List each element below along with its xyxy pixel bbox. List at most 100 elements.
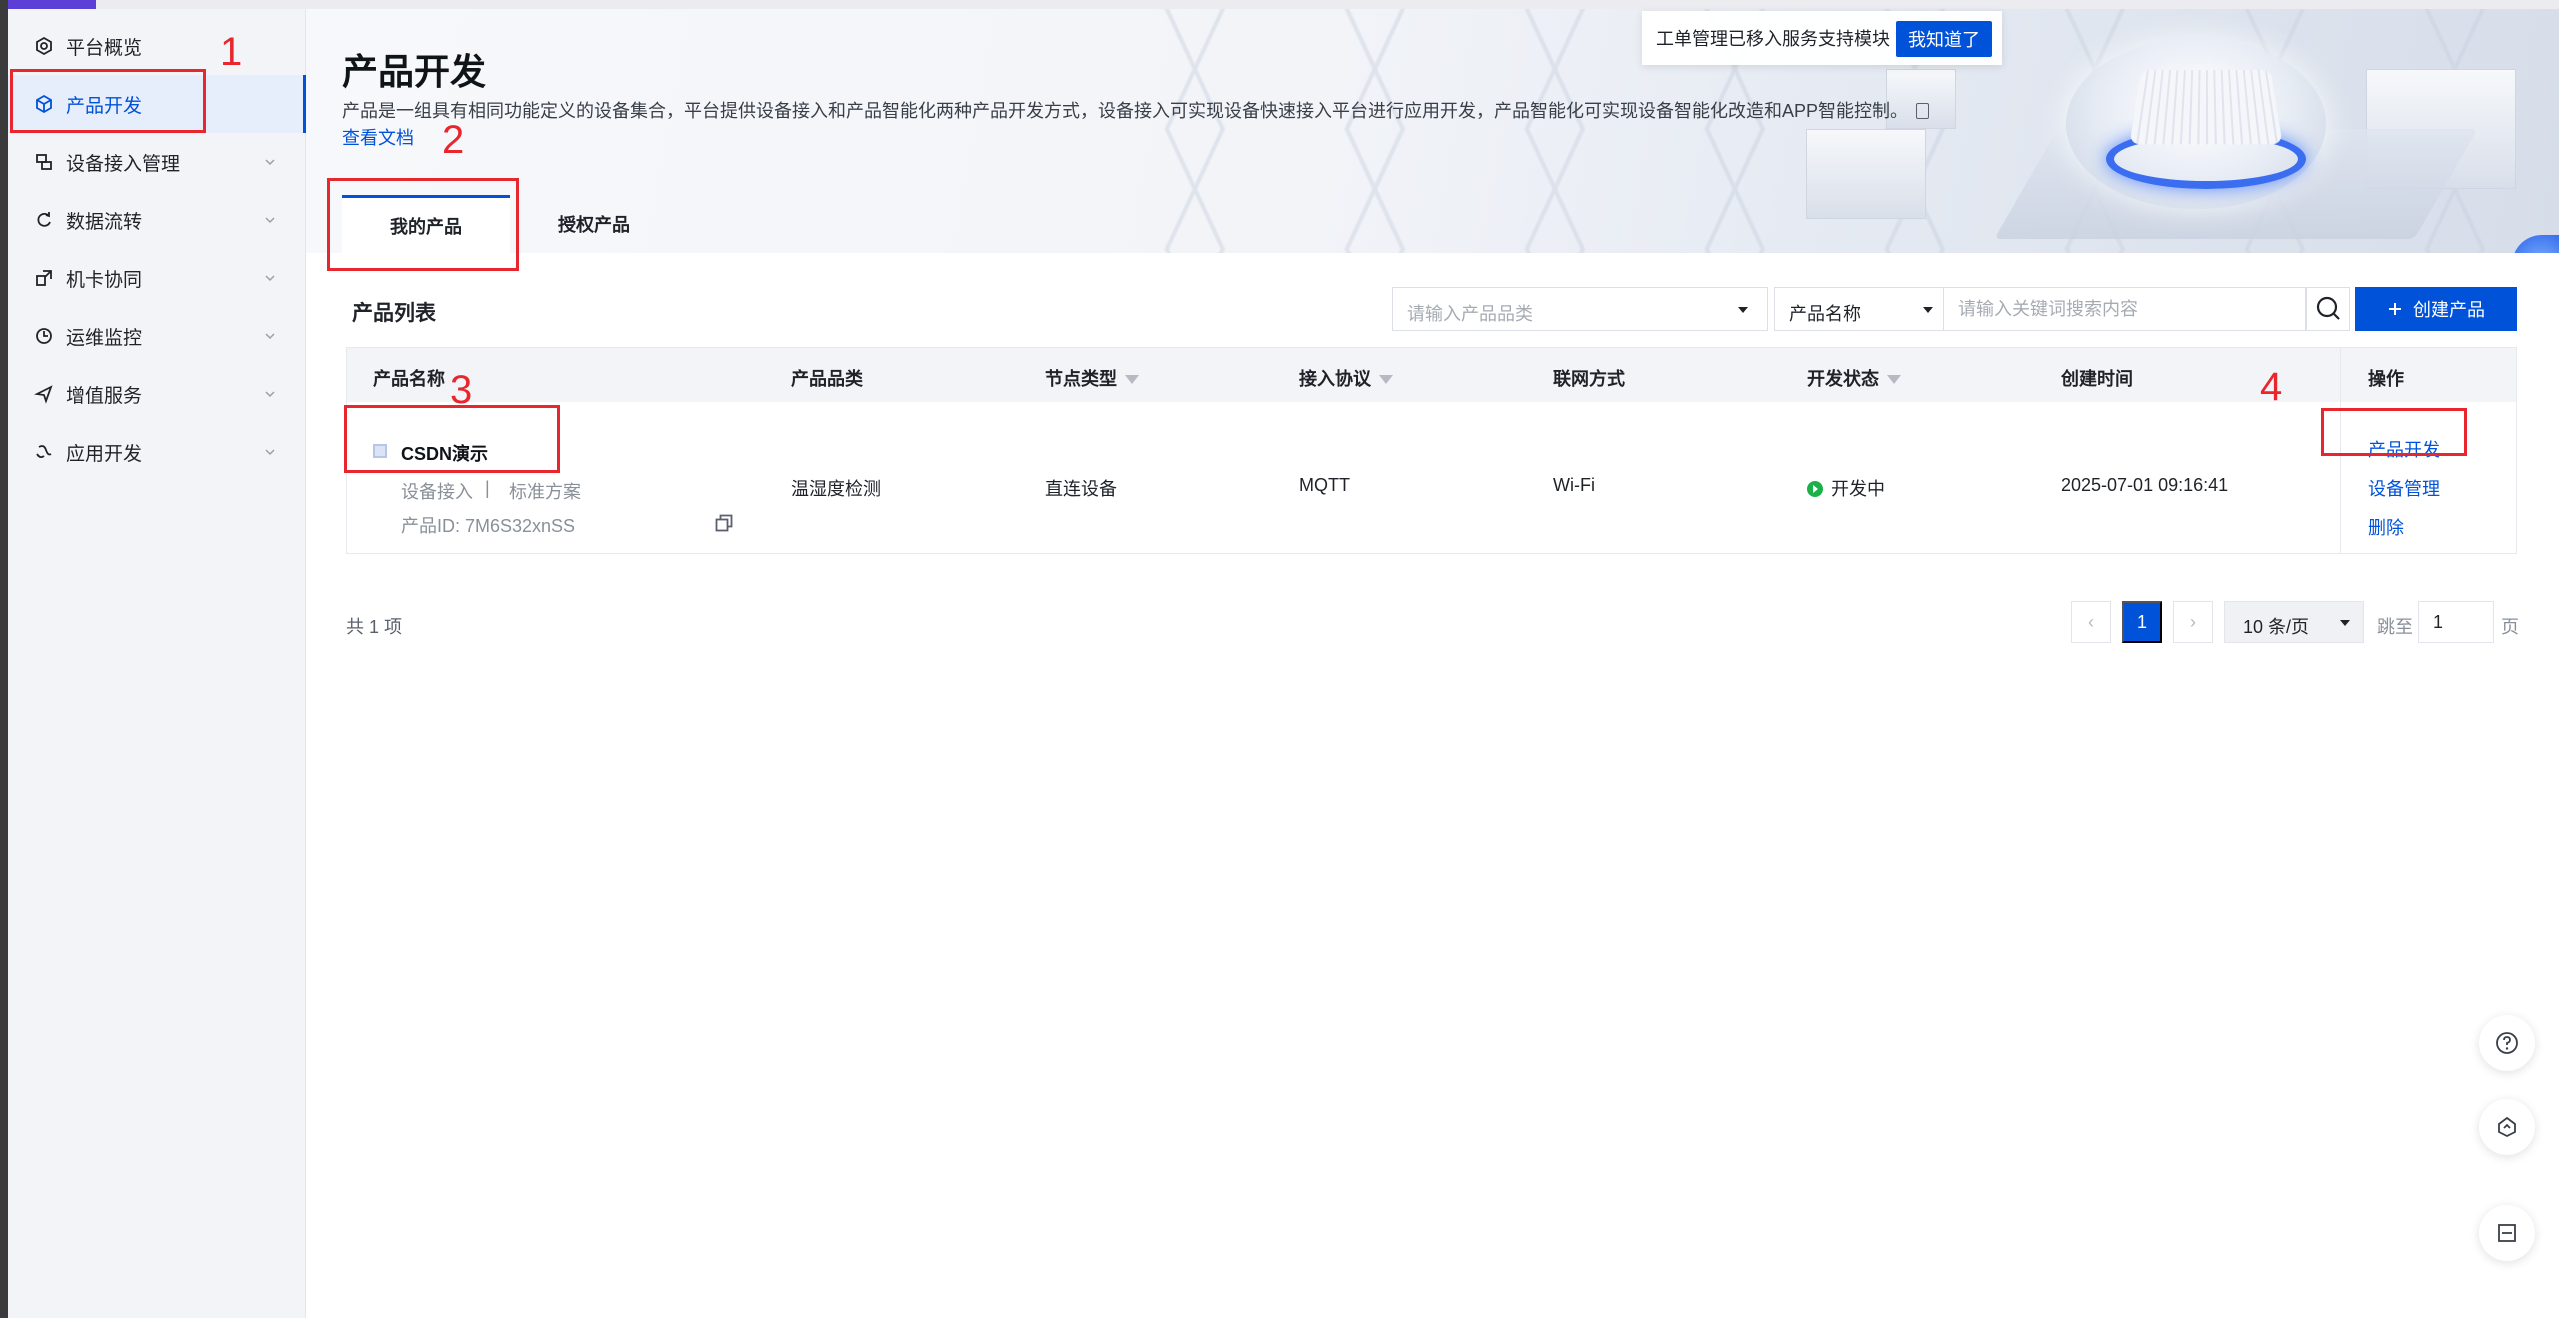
page-size-select[interactable]: 10 条/页: [2224, 601, 2364, 643]
filter-icon[interactable]: [1379, 375, 1393, 384]
app-dev-icon: [32, 440, 56, 464]
sidebar-item-value-service[interactable]: 增值服务: [8, 365, 306, 423]
device-management-link[interactable]: 设备管理: [2368, 475, 2440, 501]
page-size-value: 10 条/页: [2243, 613, 2309, 639]
column-header-node-type: 节点类型: [1045, 365, 1139, 391]
sidebar-item-label: 机卡协同: [66, 265, 142, 292]
filter-icon[interactable]: [1887, 375, 1901, 384]
product-meta-separator: |: [485, 478, 490, 499]
got-it-button[interactable]: 我知道了: [1896, 21, 1992, 57]
table-header: 产品名称 产品品类 节点类型 接入协议 联网方式 开发状态 创建时间 操作: [347, 348, 2516, 402]
product-network: Wi-Fi: [1553, 475, 1595, 496]
annotation-number-3: 3: [450, 368, 472, 413]
product-solution: 标准方案: [509, 478, 581, 504]
view-docs-link[interactable]: 查看文档: [342, 124, 414, 150]
notice-banner: 工单管理已移入服务支持模块 我知道了: [1642, 11, 2002, 65]
column-header-name: 产品名称: [373, 365, 445, 391]
service-button[interactable]: [2479, 1099, 2535, 1155]
sidebar-item-card-sync[interactable]: 机卡协同: [8, 249, 306, 307]
chevron-down-icon: [264, 272, 276, 284]
column-header-status: 开发状态: [1807, 365, 1901, 391]
annotation-box-1: [10, 69, 206, 133]
sidebar-item-label: 应用开发: [66, 439, 142, 466]
copy-icon[interactable]: [715, 514, 733, 532]
card-sync-icon: [32, 266, 56, 290]
sidebar-item-overview[interactable]: 平台概览: [8, 17, 306, 75]
product-status-label: 开发中: [1831, 479, 1885, 499]
window-frame-left: [0, 0, 8, 1318]
jump-page-input[interactable]: [2418, 601, 2494, 643]
product-id: 产品ID: 7M6S32xnSS: [401, 512, 575, 538]
annotation-number-1: 1: [220, 30, 242, 75]
search-field-value: 产品名称: [1789, 300, 1861, 326]
jump-to-label: 跳至: [2377, 613, 2413, 639]
value-service-icon: [32, 382, 56, 406]
page-description: 产品是一组具有相同功能定义的设备集合，平台提供设备接入和产品智能化两种产品开发方…: [342, 97, 1929, 123]
sidebar-item-data-flow[interactable]: 数据流转: [8, 191, 306, 249]
main-content: 产品开发 产品是一组具有相同功能定义的设备集合，平台提供设备接入和产品智能化两种…: [306, 9, 2559, 1318]
chevron-down-icon: [264, 446, 276, 458]
annotation-number-2: 2: [442, 118, 464, 163]
column-header-protocol: 接入协议: [1299, 365, 1393, 391]
product-category: 温湿度检测: [791, 475, 881, 501]
document-icon[interactable]: [1916, 103, 1929, 119]
page-description-text: 产品是一组具有相同功能定义的设备集合，平台提供设备接入和产品智能化两种产品开发方…: [342, 101, 1908, 121]
chevron-down-icon: [264, 388, 276, 400]
category-select[interactable]: 请输入产品品类: [1392, 287, 1768, 331]
create-product-label: 创建产品: [2413, 296, 2485, 322]
column-header-label: 节点类型: [1045, 369, 1117, 389]
overview-icon: [32, 34, 56, 58]
product-list-title: 产品列表: [352, 297, 436, 327]
sidebar-item-label: 数据流转: [66, 207, 142, 234]
column-header-category: 产品品类: [791, 365, 863, 391]
annotation-box-4: [2321, 408, 2467, 456]
help-button[interactable]: [2479, 1015, 2535, 1071]
sidebar-item-label: 运维监控: [66, 323, 142, 350]
column-header-network: 联网方式: [1553, 365, 1625, 391]
caret-down-icon: [1738, 307, 1748, 313]
column-header-label: 接入协议: [1299, 369, 1371, 389]
product-created-time: 2025-07-01 09:16:41: [2061, 475, 2228, 496]
next-page-button[interactable]: ›: [2173, 601, 2213, 643]
product-status: 开发中: [1807, 475, 1885, 501]
column-header-label: 开发状态: [1807, 369, 1879, 389]
page-title: 产品开发: [342, 43, 486, 95]
cloud-service-icon: [2494, 1114, 2520, 1140]
delete-link[interactable]: 删除: [2368, 514, 2404, 540]
product-protocol: MQTT: [1299, 475, 1350, 496]
filter-icon[interactable]: [1125, 375, 1139, 384]
help-icon: [2494, 1030, 2520, 1056]
product-table: 产品名称 产品品类 节点类型 接入协议 联网方式 开发状态 创建时间 操作 CS…: [346, 347, 2517, 554]
search-icon: [2307, 288, 2351, 330]
sidebar-item-monitoring[interactable]: 运维监控: [8, 307, 306, 365]
tab-authorized-products[interactable]: 授权产品: [510, 195, 678, 253]
search-field-select[interactable]: 产品名称: [1774, 287, 1944, 331]
chevron-down-icon: [264, 330, 276, 342]
status-running-icon: [1807, 481, 1823, 497]
column-header-created: 创建时间: [2061, 365, 2133, 391]
page-1-button[interactable]: 1: [2122, 601, 2162, 643]
create-product-button[interactable]: 创建产品: [2355, 287, 2517, 331]
total-count: 共 1 项: [346, 613, 402, 639]
search-input[interactable]: [1944, 287, 2306, 331]
caret-down-icon: [1923, 307, 1933, 313]
minimize-icon: [2494, 1220, 2520, 1246]
sidebar-item-device-access[interactable]: 设备接入管理: [8, 133, 306, 191]
sidebar-item-app-dev[interactable]: 应用开发: [8, 423, 306, 481]
collapse-button[interactable]: [2479, 1205, 2535, 1261]
prev-page-button[interactable]: ‹: [2071, 601, 2111, 643]
window-top-bar: [96, 0, 2559, 9]
category-select-placeholder: 请输入产品品类: [1407, 300, 1533, 326]
caret-down-icon: [2340, 620, 2350, 626]
window-top-accent: [8, 0, 96, 9]
annotation-number-4: 4: [2260, 365, 2282, 410]
monitor-icon: [32, 324, 56, 348]
sidebar: 平台概览 产品开发 设备接入管理 数据流转 机卡协同 运维监控 增值服务 应用开…: [8, 9, 306, 1318]
chevron-down-icon: [264, 156, 276, 168]
notice-text: 工单管理已移入服务支持模块: [1656, 25, 1890, 51]
plus-icon: [2387, 301, 2403, 317]
page-header-banner: 产品开发 产品是一组具有相同功能定义的设备集合，平台提供设备接入和产品智能化两种…: [306, 9, 2559, 253]
search-button[interactable]: [2306, 287, 2350, 331]
product-node-type: 直连设备: [1045, 475, 1117, 501]
product-access-type: 设备接入: [401, 478, 473, 504]
